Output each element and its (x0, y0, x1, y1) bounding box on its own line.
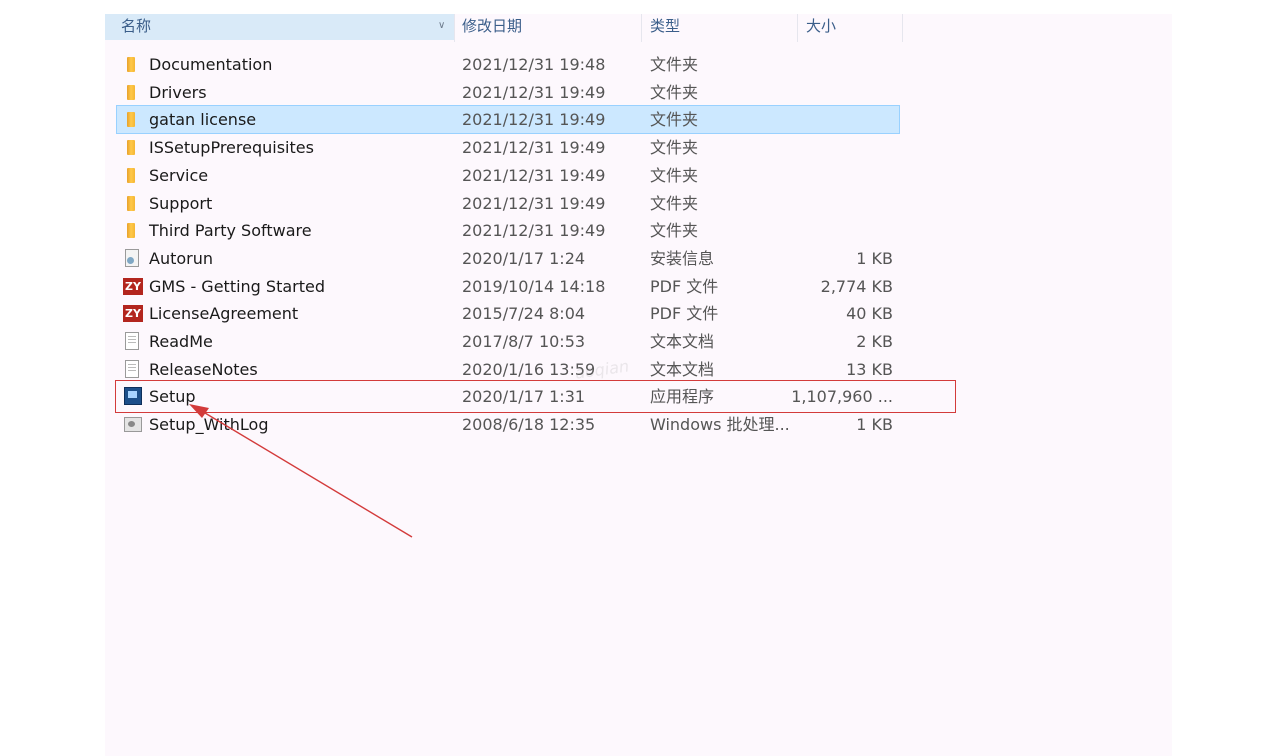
file-row[interactable]: ZY GMS - Getting Started 2019/10/14 14:18 P… (117, 273, 899, 300)
folder-icon (127, 140, 135, 156)
file-type: 文件夹 (650, 221, 699, 241)
file-type: 文件夹 (650, 55, 699, 74)
folder-icon (127, 112, 135, 128)
file-row[interactable]: Drivers 2021/12/31 19:49 文件夹 (117, 79, 899, 106)
file-row[interactable]: ZY LicenseAgreement 2015/7/24 8:04 PDF 文件 40… (117, 300, 899, 327)
folder-icon (127, 84, 135, 100)
column-header-size[interactable]: 大小 (806, 14, 836, 40)
file-type: 文本文档 (650, 332, 715, 351)
file-type: Windows 批处理... (650, 415, 790, 435)
file-row[interactable]: Setup 2020/1/17 1:31 应用程序 1,107,960 ... (117, 383, 899, 410)
column-divider[interactable] (641, 14, 642, 42)
file-date: 2021/12/31 19:49 (462, 221, 606, 241)
chevron-down-icon[interactable]: ∨ (438, 14, 445, 38)
batch-file-icon (124, 417, 142, 433)
column-header-name[interactable]: 名称 ∨ (105, 14, 454, 40)
file-name: GMS - Getting Started (149, 276, 326, 296)
pdf-icon: ZY (123, 305, 143, 323)
file-size: 13 KB (846, 359, 893, 379)
file-row[interactable]: Documentation 2021/12/31 19:48 文件夹 (117, 51, 899, 78)
file-row[interactable]: Support 2021/12/31 19:49 文件夹 (117, 190, 899, 217)
file-size: 2 KB (856, 332, 893, 351)
file-type: PDF 文件 (650, 276, 719, 296)
file-name: ReleaseNotes (149, 359, 258, 379)
column-header-date-label: 修改日期 (462, 17, 523, 35)
file-row[interactable]: Autorun 2020/1/17 1:24 安装信息 1 KB (117, 245, 899, 272)
file-name: Documentation (149, 55, 273, 74)
file-row[interactable]: ISSetupPrerequisites 2021/12/31 19:49 文件夹 (117, 134, 899, 161)
text-file-icon (125, 359, 139, 378)
file-row[interactable]: ReadMe 2017/8/7 10:53 文本文档 2 KB (117, 328, 899, 355)
autorun-icon (125, 248, 139, 267)
file-name: Drivers (149, 82, 207, 102)
file-name: ISSetupPrerequisites (149, 138, 314, 158)
column-divider[interactable] (902, 14, 903, 42)
file-type: 文件夹 (650, 138, 699, 158)
file-date: 2021/12/31 19:49 (462, 193, 606, 213)
file-type: 文件夹 (650, 110, 699, 130)
file-date: 2008/6/18 12:35 (462, 415, 596, 435)
column-header-size-label: 大小 (806, 17, 837, 35)
file-row[interactable]: Third Party Software 2021/12/31 19:49 文件夹 (117, 217, 899, 244)
file-row[interactable]: Service 2021/12/31 19:49 文件夹 (117, 162, 899, 189)
file-size: 1,107,960 ... (791, 387, 893, 407)
file-date: 2021/12/31 19:49 (462, 138, 606, 158)
file-type: 文件夹 (650, 165, 699, 185)
file-name: Autorun (149, 248, 214, 268)
column-header: 名称 ∨ 修改日期 类型 大小 (105, 14, 903, 42)
column-divider[interactable] (454, 14, 455, 42)
file-size: 1 KB (856, 248, 893, 268)
file-date: 2019/10/14 14:18 (462, 276, 606, 296)
setup-app-icon (124, 387, 142, 406)
file-name: gatan license (149, 110, 257, 130)
column-header-name-label: 名称 (121, 17, 152, 35)
folder-icon (127, 223, 135, 239)
file-name: Third Party Software (149, 221, 312, 241)
file-type: 文件夹 (650, 82, 699, 102)
file-size: 2,774 KB (820, 276, 893, 296)
file-row[interactable]: ReleaseNotes 2020/1/16 13:59 文本文档 13 KB (117, 356, 899, 383)
folder-icon (127, 57, 135, 72)
column-header-date[interactable]: 修改日期 (462, 14, 522, 40)
file-row[interactable]: Setup_WithLog 2008/6/18 12:35 Windows 批处理.… (117, 411, 899, 438)
file-type: 安装信息 (650, 248, 715, 268)
file-type: 文本文档 (650, 359, 715, 379)
file-name: Setup_WithLog (149, 415, 269, 435)
file-name: Support (149, 193, 213, 213)
file-name: LicenseAgreement (149, 304, 299, 324)
file-date: 2020/1/17 1:24 (462, 248, 586, 268)
file-date: 2015/7/24 8:04 (462, 304, 586, 324)
file-size: 1 KB (856, 415, 893, 435)
file-size: 40 KB (846, 304, 893, 324)
file-date: 2017/8/7 10:53 (462, 332, 586, 351)
file-name: ReadMe (149, 332, 213, 351)
column-header-type[interactable]: 类型 (650, 14, 680, 40)
text-file-icon (125, 332, 139, 350)
file-date: 2020/1/17 1:31 (462, 387, 586, 407)
folder-icon (127, 167, 135, 183)
file-date: 2021/12/31 19:49 (462, 110, 606, 130)
file-type: 应用程序 (650, 387, 715, 407)
column-header-type-label: 类型 (650, 17, 681, 35)
file-date: 2021/12/31 19:48 (462, 55, 606, 74)
file-name: Setup (149, 387, 196, 407)
file-explorer-list: 名称 ∨ 修改日期 类型 大小 Documentation 2021/12/31 … (105, 14, 1172, 756)
file-date: 2021/12/31 19:49 (462, 165, 606, 185)
column-divider[interactable] (797, 14, 798, 42)
pdf-icon: ZY (123, 277, 143, 295)
file-type: 文件夹 (650, 193, 699, 213)
file-type: PDF 文件 (650, 304, 719, 324)
file-date: 2021/12/31 19:49 (462, 82, 606, 102)
folder-icon (127, 195, 135, 211)
file-name: Service (149, 165, 209, 185)
file-row[interactable]: gatan license 2021/12/31 19:49 文件夹 (116, 105, 900, 135)
